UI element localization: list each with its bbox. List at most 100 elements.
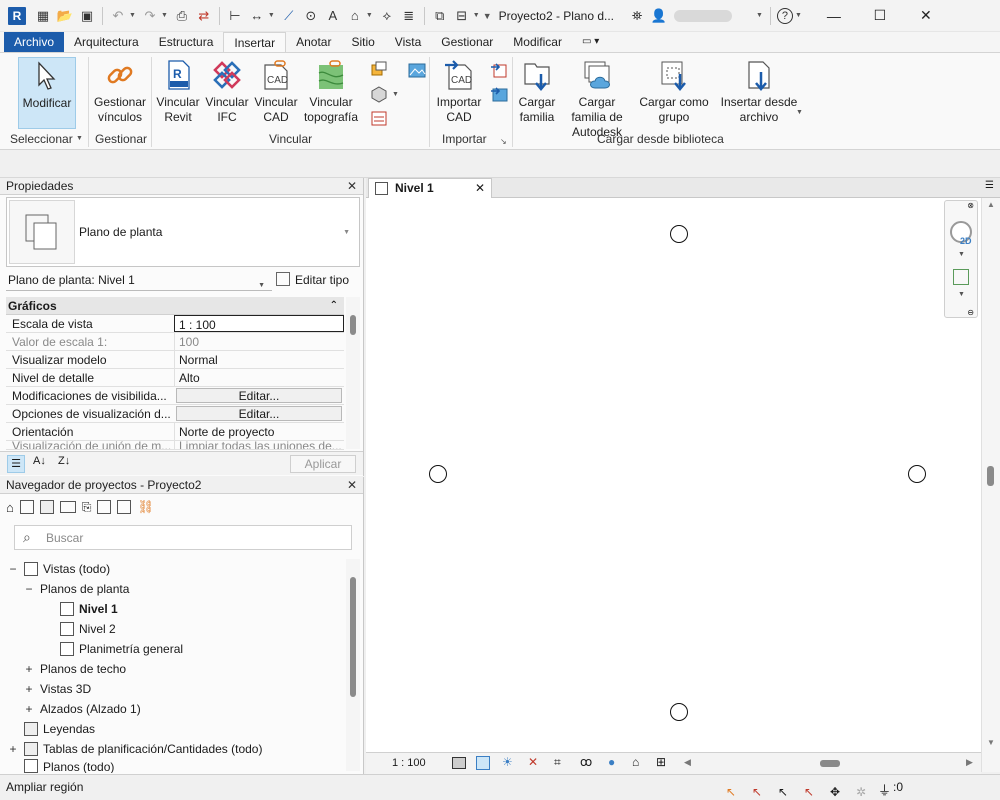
- scroll-thumb[interactable]: [350, 577, 356, 697]
- undo-icon[interactable]: ↶: [109, 7, 127, 25]
- tab-vista[interactable]: Vista: [385, 32, 431, 52]
- tree-views-all[interactable]: − Vistas (todo): [8, 559, 110, 579]
- properties-scrollbar[interactable]: [346, 297, 360, 449]
- import-image-icon[interactable]: [490, 85, 508, 103]
- prop-row-display-model[interactable]: Visualizar modelo Normal: [6, 351, 344, 369]
- scroll-down-icon[interactable]: ▼: [987, 738, 995, 747]
- prop-row-orientation[interactable]: Orientación Norte de proyecto: [6, 423, 344, 441]
- point-cloud-icon[interactable]: [370, 61, 388, 79]
- collapse-icon[interactable]: ⊖: [967, 308, 974, 317]
- browser-scrollbar[interactable]: [346, 559, 360, 771]
- maximize-button[interactable]: ☐: [857, 0, 903, 32]
- tree-level-1[interactable]: Nivel 1: [60, 599, 118, 619]
- scroll-left-icon[interactable]: ◀: [684, 757, 691, 768]
- temporary-view-icon[interactable]: ⊞: [656, 755, 666, 769]
- help-icon[interactable]: ?: [776, 7, 793, 24]
- group-filter-icon[interactable]: [97, 500, 112, 514]
- prop-row-visibility-overrides[interactable]: Modificaciones de visibilida... Editar..…: [6, 387, 344, 405]
- view-tabs-menu-icon[interactable]: ☰: [985, 180, 994, 191]
- chevron-down-icon[interactable]: ▼: [161, 12, 168, 19]
- select-underlay-icon[interactable]: ↖: [752, 780, 762, 800]
- sort-descending-icon[interactable]: Z↓: [58, 455, 70, 467]
- expand-icon[interactable]: +: [8, 739, 18, 759]
- tree-ceiling-plans[interactable]: + Planos de techo: [24, 659, 126, 679]
- scroll-thumb[interactable]: [987, 466, 994, 486]
- switch-windows-icon[interactable]: ⊟: [453, 7, 471, 25]
- chevron-down-icon[interactable]: ▼: [796, 109, 803, 116]
- expand-icon[interactable]: +: [24, 659, 34, 679]
- collapse-icon[interactable]: −: [8, 559, 18, 579]
- shadows-icon[interactable]: ✕: [528, 755, 538, 769]
- load-family-button[interactable]: Cargar familia: [514, 57, 560, 125]
- drag-elements-icon[interactable]: ✥: [830, 780, 840, 800]
- horizontal-scroll-thumb[interactable]: [820, 760, 840, 767]
- visual-style-icon[interactable]: [476, 756, 490, 770]
- tab-estructura[interactable]: Estructura: [149, 32, 224, 52]
- thin-lines-icon[interactable]: ≣: [400, 7, 418, 25]
- chevron-down-icon[interactable]: ▼: [958, 291, 965, 298]
- type-selector[interactable]: Plano de planta ▼: [6, 197, 360, 267]
- tab-modificar[interactable]: Modificar: [503, 32, 572, 52]
- chevron-down-icon[interactable]: ▼: [343, 229, 350, 236]
- prop-value[interactable]: Alto: [174, 369, 344, 386]
- image-icon[interactable]: [408, 61, 426, 79]
- close-icon[interactable]: ✕: [347, 477, 357, 494]
- schedule-filter-icon[interactable]: [59, 501, 76, 513]
- tree-level-2[interactable]: Nivel 2: [60, 619, 116, 639]
- decal-icon[interactable]: [370, 109, 388, 127]
- 3d-view-icon[interactable]: ⌂: [346, 7, 364, 25]
- minimize-button[interactable]: —: [811, 0, 857, 32]
- view-scale-button[interactable]: 1 : 100: [392, 757, 426, 769]
- prop-row-view-scale[interactable]: Escala de vista 1 : 100: [6, 315, 344, 333]
- sort-ascending-icon[interactable]: A↓: [33, 455, 46, 467]
- family-filter-icon[interactable]: ⎘: [82, 500, 92, 515]
- tab-insertar[interactable]: Insertar: [223, 32, 287, 52]
- graphics-section-header[interactable]: Gráficos ⌃: [6, 297, 344, 315]
- revit-link-filter-icon[interactable]: ⛓: [137, 499, 154, 515]
- dialog-launcher-icon[interactable]: ↘: [500, 137, 507, 146]
- temporary-hide-icon[interactable]: ꝏ: [580, 755, 592, 769]
- sheet-filter-icon[interactable]: [39, 500, 54, 514]
- import-cad-button[interactable]: CAD Importar CAD: [432, 57, 486, 125]
- expand-icon[interactable]: +: [24, 699, 34, 719]
- expand-icon[interactable]: +: [24, 679, 34, 699]
- chevron-down-icon[interactable]: ▼: [958, 251, 965, 258]
- tree-elevations[interactable]: + Alzados (Alzado 1): [24, 699, 140, 719]
- categorize-icon[interactable]: ☰: [7, 455, 25, 473]
- scroll-thumb[interactable]: [350, 315, 356, 335]
- view-filter-icon[interactable]: [19, 500, 34, 514]
- tree-3d-views[interactable]: + Vistas 3D: [24, 679, 91, 699]
- drawing-canvas[interactable]: ⊗ 2D ▼ ▼ ⊖: [366, 198, 981, 752]
- prop-value[interactable]: Normal: [174, 351, 344, 368]
- browser-search-input[interactable]: ⌕ Buscar: [14, 525, 352, 550]
- home-icon[interactable]: ▦: [34, 7, 52, 25]
- link-filter-icon[interactable]: [117, 500, 132, 514]
- close-icon[interactable]: ✕: [347, 178, 357, 195]
- measure-icon[interactable]: ⊢: [226, 7, 244, 25]
- collapse-icon[interactable]: ⌃: [330, 297, 338, 315]
- redo-icon[interactable]: ↷: [141, 7, 159, 25]
- zoom-region-icon[interactable]: [953, 269, 969, 285]
- text-icon[interactable]: A: [324, 7, 342, 25]
- view-tab-level-1[interactable]: Nivel 1 ✕: [368, 178, 492, 199]
- close-icon[interactable]: ✕: [475, 179, 485, 198]
- group-label-select[interactable]: Seleccionar: [10, 132, 73, 146]
- load-autodesk-family-button[interactable]: Cargar familia de Autodesk: [560, 57, 634, 140]
- filter-icon[interactable]: ⏚: [878, 779, 891, 800]
- prop-value-input[interactable]: 1 : 100: [174, 315, 344, 332]
- elevation-marker-north[interactable]: [670, 225, 688, 243]
- link-cad-button[interactable]: CAD Vincular CAD: [252, 57, 300, 125]
- tree-site-plan[interactable]: Planimetría general: [60, 639, 183, 659]
- select-pinned-icon[interactable]: ↖: [778, 780, 788, 800]
- prop-row-detail-level[interactable]: Nivel de detalle Alto: [6, 369, 344, 387]
- chevron-down-icon[interactable]: ▼: [795, 12, 802, 19]
- scroll-right-icon[interactable]: ▶: [966, 757, 973, 768]
- tag-icon[interactable]: ⊙: [302, 7, 320, 25]
- chevron-down-icon[interactable]: ▼: [258, 277, 265, 295]
- tree-legends[interactable]: Leyendas: [24, 719, 95, 739]
- prop-row-wall-join[interactable]: Visualización de unión de m... Limpiar t…: [6, 441, 344, 450]
- tab-gestionar[interactable]: Gestionar: [431, 32, 503, 52]
- collapse-icon[interactable]: −: [24, 579, 34, 599]
- insert-from-file-button[interactable]: Insertar desde archivo: [718, 57, 800, 125]
- binoculars-icon[interactable]: ⛯: [628, 7, 646, 25]
